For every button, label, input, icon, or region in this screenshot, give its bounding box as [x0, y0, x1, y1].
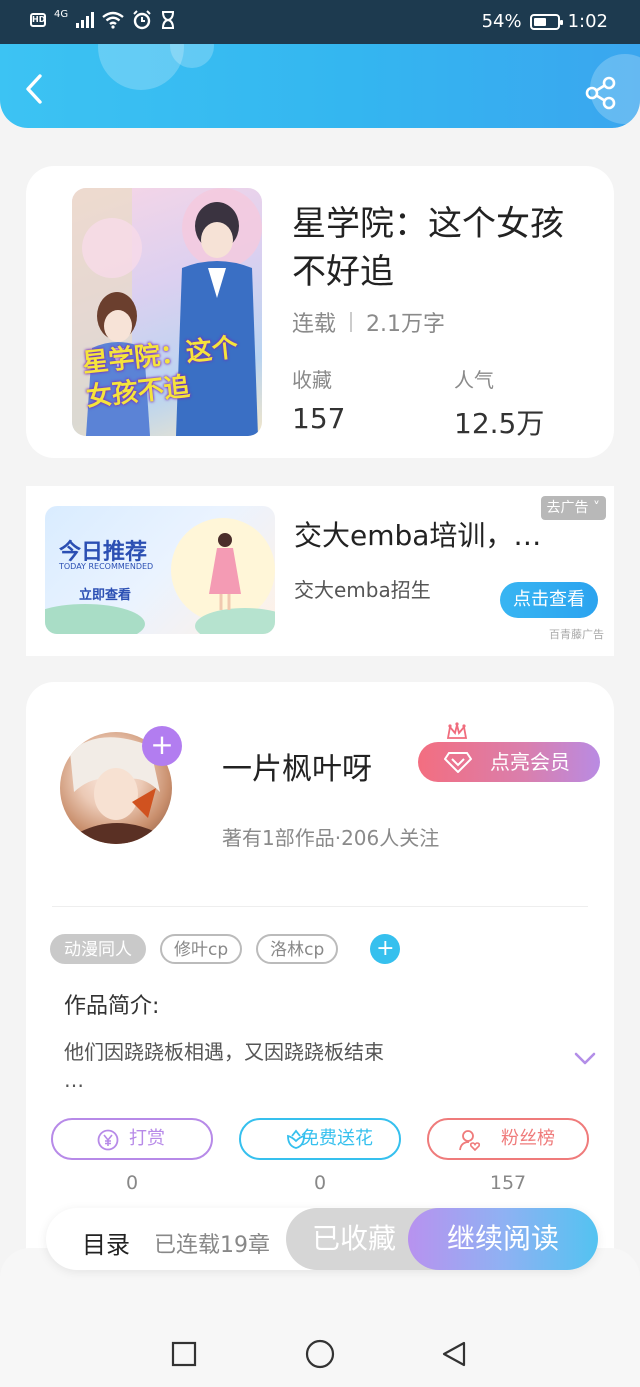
intro-title: 作品简介: [64, 994, 160, 1019]
popularity-value: 12.5万 [454, 407, 545, 440]
read-bar: 目录 已连载19章 已收藏 继续阅读 [46, 1208, 598, 1270]
reward-count: 0 [125, 1172, 139, 1194]
author-name[interactable]: 一片枫叶呀 [222, 744, 372, 788]
tag[interactable]: 动漫同人 [50, 934, 146, 964]
ad-banner-subtitle: TODAY RECOMMENDED [59, 562, 154, 571]
fan-user-icon [459, 1130, 481, 1151]
square-icon[interactable] [170, 1340, 198, 1368]
follow-author-button[interactable]: + [142, 726, 182, 766]
favorites-value: 157 [292, 402, 346, 435]
signal-icon [76, 12, 95, 28]
fan-ranking-label: 粉丝榜 [501, 1128, 555, 1149]
continue-reading-button[interactable]: 继续阅读 [408, 1208, 598, 1270]
ad-subtitle: 交大emba招生 [294, 578, 431, 602]
reward-button[interactable]: 打赏 [51, 1118, 213, 1160]
book-status-row: 连载 2.1万字 [292, 306, 445, 338]
ad-banner-cta: 立即查看 [79, 588, 132, 603]
hd-badge: HD [30, 13, 46, 27]
ad-title[interactable]: 交大emba培训，… [294, 514, 594, 554]
triangle-back-icon[interactable] [440, 1340, 468, 1368]
plus-icon: + [376, 936, 395, 961]
flower-count: 0 [313, 1172, 327, 1194]
ad-card[interactable]: 今日推荐 TODAY RECOMMENDED 立即查看 交大emba培训，… 交… [26, 486, 614, 656]
clock: 1:02 [567, 11, 608, 32]
remove-ad-label: 去广告 [546, 500, 589, 516]
toc-button[interactable]: 目录 [82, 1225, 130, 1260]
chevron-down-icon[interactable] [574, 1052, 596, 1066]
book-title: 星学院：这个女孩不好追 [292, 204, 564, 292]
tag[interactable]: 洛林cp [256, 934, 339, 964]
tag[interactable]: 修叶cp [160, 934, 243, 964]
share-button[interactable] [584, 76, 618, 110]
plus-icon: + [150, 728, 174, 761]
intro-text: 他们因跷跷板相遇，又因跷跷板结束 [64, 1040, 384, 1064]
wifi-icon [102, 11, 124, 29]
word-count: 2.1万字 [366, 312, 446, 337]
ad-banner-image[interactable]: 今日推荐 TODAY RECOMMENDED 立即查看 [45, 506, 275, 634]
add-tag-button[interactable]: + [370, 934, 401, 964]
diamond-icon [444, 752, 472, 773]
book-info-card: 星学院：这个女孩不追 星学院：这个女孩不好追 连载 2.1万字 收藏 157 人… [26, 166, 614, 458]
send-flower-label: 免费送花 [301, 1128, 373, 1149]
favorites-label: 收藏 [292, 368, 332, 392]
circle-icon[interactable] [304, 1338, 336, 1370]
vip-button[interactable]: 点亮会员 [418, 742, 600, 782]
remove-ad-button[interactable]: 去广告 ˅ [540, 496, 606, 520]
serial-status: 连载 [292, 312, 337, 337]
divider [350, 312, 353, 332]
book-cover[interactable]: 星学院：这个女孩不追 [72, 188, 262, 436]
divider [52, 906, 588, 907]
yen-icon [97, 1129, 119, 1151]
vip-label: 点亮会员 [490, 750, 570, 774]
author-info: 著有1部作品·206人关注 [222, 826, 440, 850]
alarm-icon [133, 10, 151, 30]
chapters-label[interactable]: 已连载19章 [154, 1227, 270, 1259]
reward-label: 打赏 [129, 1128, 165, 1149]
battery-icon [529, 13, 563, 30]
tag-list: 动漫同人 修叶cp 洛林cp + [50, 934, 401, 964]
network-label: 4G [54, 8, 69, 20]
ad-view-button[interactable]: 点击查看 [500, 582, 598, 618]
back-button[interactable] [20, 72, 50, 106]
fan-count: 157 [489, 1172, 527, 1194]
battery-percent: 54% [481, 11, 522, 32]
popularity-label: 人气 [454, 368, 494, 392]
crown-icon [446, 722, 468, 739]
intro-ellipsis: … [64, 1068, 84, 1092]
battery-fill [533, 17, 546, 26]
chevron-down-icon: ˅ [588, 500, 600, 516]
send-flower-button[interactable]: 免费送花 [239, 1118, 401, 1160]
header-bar [0, 44, 640, 128]
status-bar: HD 4G 54% 1:02 [0, 0, 640, 46]
hourglass-icon [162, 11, 175, 29]
ad-source-label: 百青藤广告 [549, 628, 604, 641]
fan-ranking-button[interactable]: 粉丝榜 [427, 1118, 589, 1160]
